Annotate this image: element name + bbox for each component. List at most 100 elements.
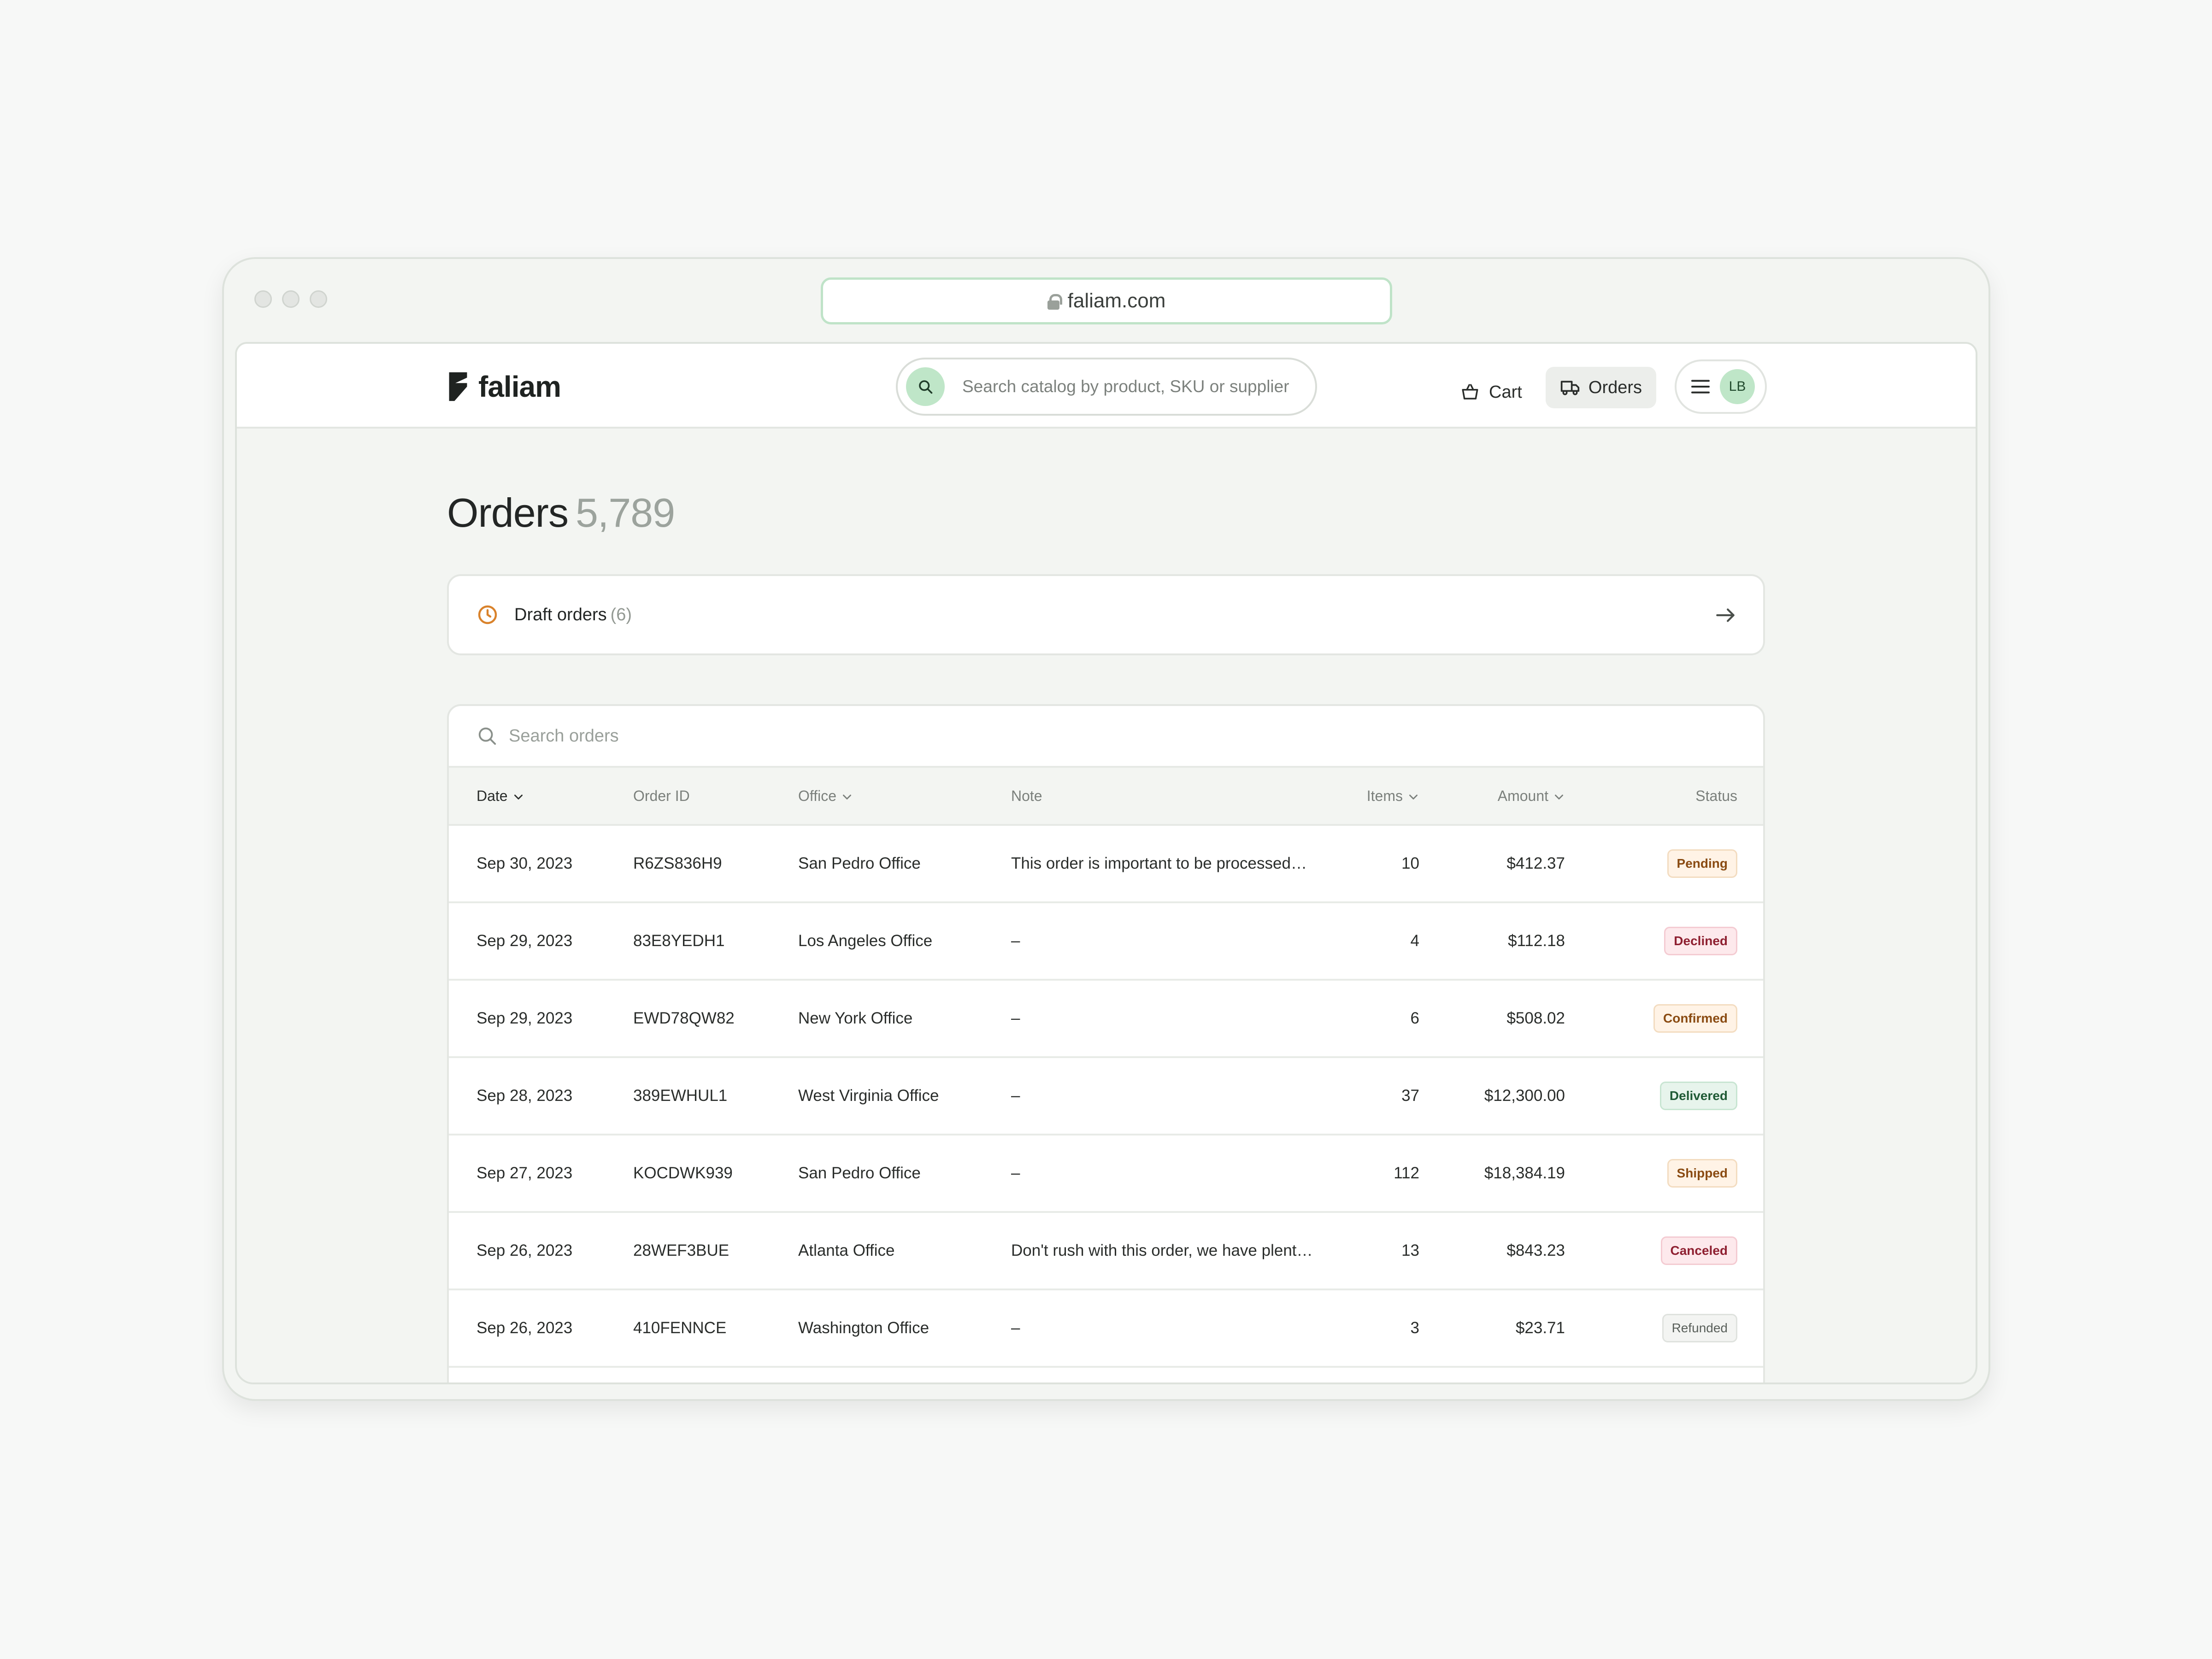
order-office: West Virginia Office: [798, 1087, 939, 1105]
cart-label: Cart: [1489, 382, 1522, 402]
order-items: 3: [1410, 1319, 1419, 1337]
chevron-down-icon: [1555, 794, 1563, 800]
catalog-search-placeholder: Search catalog by product, SKU or suppli…: [962, 377, 1289, 396]
order-note: –: [1011, 1009, 1020, 1027]
draft-orders-label: Draft orders (6): [514, 605, 632, 624]
orders-table-card: Date Order ID Office Note Items Amount S…: [447, 704, 1765, 1382]
column-header-amount[interactable]: Amount: [1419, 768, 1565, 825]
order-amount: $112.18: [1508, 932, 1565, 950]
table-row[interactable]: Sep 26, 2023 28WEF3BUE Atlanta Office Do…: [449, 1212, 1763, 1289]
search-button[interactable]: [906, 367, 945, 406]
table-row[interactable]: Sep 29, 2023 EWD78QW82 New York Office –…: [449, 980, 1763, 1057]
order-items: 112: [1394, 1164, 1419, 1182]
hamburger-icon: [1691, 380, 1710, 394]
chevron-down-icon: [843, 794, 851, 800]
catalog-search-bar[interactable]: Search catalog by product, SKU or suppli…: [896, 358, 1317, 416]
address-bar[interactable]: faliam.com: [821, 277, 1392, 324]
account-menu-button[interactable]: LB: [1675, 359, 1767, 414]
truck-icon: [1560, 381, 1580, 395]
order-amount: $18,384.19: [1484, 1164, 1565, 1182]
order-office: Atlanta Office: [798, 1241, 895, 1259]
order-id: KOCDWK939: [633, 1164, 733, 1182]
order-office: Los Angeles Office: [798, 932, 933, 950]
order-items: 37: [1401, 1087, 1419, 1105]
top-navigation: faliam Search catalog by product, SKU or…: [237, 344, 1976, 429]
order-note: –: [1011, 1319, 1020, 1337]
order-date: Sep 30, 2023: [477, 854, 573, 872]
order-amount: $843.23: [1506, 1241, 1565, 1259]
order-date: Sep 29, 2023: [477, 1009, 573, 1027]
order-note: Don't rush with this order, we have plen…: [1011, 1241, 1321, 1259]
order-date: Sep 29, 2023: [477, 932, 573, 950]
order-note: –: [1011, 932, 1020, 950]
cart-button[interactable]: Cart: [1460, 372, 1522, 412]
table-row[interactable]: Sep 26, 2023 410FENNCE Washington Office…: [449, 1289, 1763, 1367]
orders-table: Date Order ID Office Note Items Amount S…: [449, 768, 1763, 1368]
orders-search-input[interactable]: [508, 725, 1061, 747]
maximize-window-button[interactable]: [310, 290, 327, 308]
search-icon: [919, 380, 933, 394]
table-row[interactable]: Sep 30, 2023 R6ZS836H9 San Pedro Office …: [449, 825, 1763, 902]
page-title: Orders 5,789: [447, 489, 675, 536]
status-badge: Canceled: [1660, 1236, 1737, 1265]
order-items: 6: [1410, 1009, 1419, 1027]
order-date: Sep 28, 2023: [477, 1087, 573, 1105]
close-window-button[interactable]: [254, 290, 272, 308]
order-id: EWD78QW82: [633, 1009, 735, 1027]
minimize-window-button[interactable]: [282, 290, 300, 308]
table-header-row: Date Order ID Office Note Items Amount S…: [449, 768, 1763, 825]
order-amount: $23.71: [1515, 1319, 1565, 1337]
order-office: San Pedro Office: [798, 1164, 921, 1182]
basket-icon: [1462, 384, 1478, 400]
lock-icon: [1047, 294, 1062, 310]
column-header-date[interactable]: Date: [449, 768, 633, 825]
url-text: faliam.com: [1067, 289, 1166, 312]
table-row[interactable]: Sep 29, 2023 83E8YEDH1 Los Angeles Offic…: [449, 902, 1763, 980]
search-icon: [478, 727, 496, 745]
draft-orders-link[interactable]: Draft orders (6): [447, 574, 1765, 655]
order-office: Washington Office: [798, 1319, 930, 1337]
orders-count: 5,789: [575, 490, 675, 535]
order-office: New York Office: [798, 1009, 913, 1027]
order-office: San Pedro Office: [798, 854, 921, 872]
order-note: –: [1011, 1164, 1020, 1182]
order-date: Sep 27, 2023: [477, 1164, 573, 1182]
order-amount: $412.37: [1506, 854, 1565, 872]
order-items: 4: [1410, 932, 1419, 950]
column-header-status: Status: [1695, 787, 1737, 804]
order-date: Sep 26, 2023: [477, 1241, 573, 1259]
order-note: –: [1011, 1087, 1020, 1105]
order-id: 83E8YEDH1: [633, 932, 725, 950]
order-date: Sep 26, 2023: [477, 1319, 573, 1337]
status-badge: Delivered: [1659, 1082, 1737, 1110]
chevron-down-icon: [514, 794, 523, 800]
order-note: This order is important to be processed…: [1011, 854, 1307, 872]
page-viewport: faliam Search catalog by product, SKU or…: [235, 342, 1977, 1384]
draft-orders-count: (6): [610, 605, 632, 624]
arrow-right-icon[interactable]: [1714, 604, 1737, 627]
column-header-note: Note: [1011, 787, 1042, 804]
column-header-office[interactable]: Office: [798, 768, 1011, 825]
order-id: 389EWHUL1: [633, 1087, 728, 1105]
status-badge: Pending: [1667, 849, 1737, 878]
column-header-items[interactable]: Items: [1334, 768, 1419, 825]
faliam-logo-icon: [449, 372, 467, 401]
status-badge: Shipped: [1667, 1159, 1737, 1188]
orders-search-bar: [449, 706, 1763, 768]
table-row[interactable]: Sep 28, 2023 389EWHUL1 West Virginia Off…: [449, 1057, 1763, 1135]
order-id: R6ZS836H9: [633, 854, 722, 872]
order-items: 10: [1401, 854, 1419, 872]
order-id: 28WEF3BUE: [633, 1241, 729, 1259]
clock-icon: [478, 605, 497, 624]
logo[interactable]: faliam: [447, 370, 561, 404]
orders-nav-label: Orders: [1588, 377, 1642, 397]
orders-nav-button[interactable]: Orders: [1546, 367, 1656, 408]
order-id: 410FENNCE: [633, 1319, 727, 1337]
status-badge: Confirmed: [1653, 1004, 1737, 1033]
table-row[interactable]: Sep 27, 2023 KOCDWK939 San Pedro Office …: [449, 1135, 1763, 1212]
column-header-order-id: Order ID: [633, 787, 690, 804]
page-title-text: Orders: [447, 490, 569, 535]
window-controls: [254, 290, 327, 308]
chevron-down-icon: [1409, 794, 1418, 800]
avatar: LB: [1720, 369, 1755, 404]
